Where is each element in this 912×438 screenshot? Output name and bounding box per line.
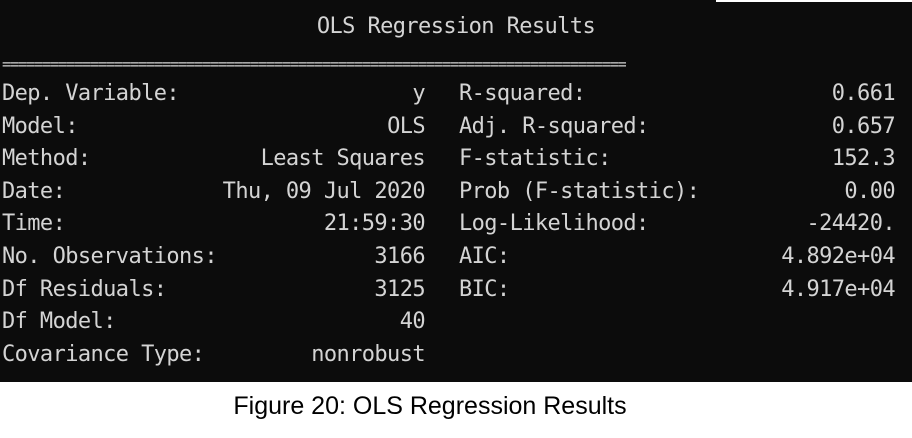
stat-row: Covariance Type: nonrobust xyxy=(0,339,912,371)
stat-value: OLS xyxy=(387,113,426,139)
separator-line: ========================================… xyxy=(2,55,627,73)
stat-row: Df Model: 40 xyxy=(0,306,912,338)
stat-row: Method: Least Squares F-statistic: 152.3 xyxy=(0,143,912,175)
stat-row: Time: 21:59:30 Log-Likelihood: -24420. xyxy=(0,208,912,240)
stat-label: Method: xyxy=(2,146,91,172)
stat-row: Model: OLS Adj. R-squared: 0.657 xyxy=(0,111,912,143)
stat-label: Time: xyxy=(2,211,66,237)
window-edge xyxy=(716,0,912,2)
stat-value-right: 0.657 xyxy=(831,113,896,139)
stat-label: Df Residuals: xyxy=(2,276,167,302)
stat-label: Df Model: xyxy=(2,309,116,335)
stat-label: Model: xyxy=(2,113,78,139)
stat-row: Date: Thu, 09 Jul 2020 Prob (F-statistic… xyxy=(0,176,912,208)
stat-value-right: 4.892e+04 xyxy=(781,244,895,269)
stat-label: Dep. Variable: xyxy=(2,81,180,106)
stat-value: 21:59:30 xyxy=(323,211,426,237)
stat-label-right: BIC: xyxy=(459,276,510,302)
figure-caption: Figure 20: OLS Regression Results xyxy=(233,392,627,420)
stat-value-right: -24420. xyxy=(806,211,895,237)
stat-label-right: F-statistic: xyxy=(459,146,611,172)
stat-value-right: 0.00 xyxy=(844,178,895,204)
stat-label-right: Adj. R-squared: xyxy=(459,113,649,139)
stat-value: 3166 xyxy=(374,244,425,269)
stat-value: Least Squares xyxy=(260,146,426,172)
stat-row: Df Residuals: 3125 BIC: 4.917e+04 xyxy=(0,274,912,306)
stat-label: No. Observations: xyxy=(2,244,218,269)
stat-label-right: Prob (F-statistic): xyxy=(459,178,700,204)
stat-label: Date: xyxy=(2,178,66,204)
stat-label: Covariance Type: xyxy=(2,341,205,367)
results-title: OLS Regression Results xyxy=(316,14,596,39)
stat-label-right: R-squared: xyxy=(459,81,586,106)
stat-label-right: Log-Likelihood: xyxy=(459,211,649,237)
stat-label-right: AIC: xyxy=(459,244,510,269)
stat-value: nonrobust xyxy=(311,341,425,367)
stat-value: y xyxy=(412,81,425,106)
stat-row: Dep. Variable: y R-squared: 0.661 xyxy=(0,78,912,110)
stat-value: 3125 xyxy=(374,276,425,302)
terminal-output: OLS Regression Results =================… xyxy=(0,0,912,382)
stat-value-right: 152.3 xyxy=(831,146,896,172)
stat-row: No. Observations: 3166 AIC: 4.892e+04 xyxy=(0,241,912,273)
stat-value: Thu, 09 Jul 2020 xyxy=(222,178,426,204)
stat-value-right: 4.917e+04 xyxy=(781,276,895,302)
stat-value-right: 0.661 xyxy=(831,81,896,106)
stat-value: 40 xyxy=(399,309,426,335)
